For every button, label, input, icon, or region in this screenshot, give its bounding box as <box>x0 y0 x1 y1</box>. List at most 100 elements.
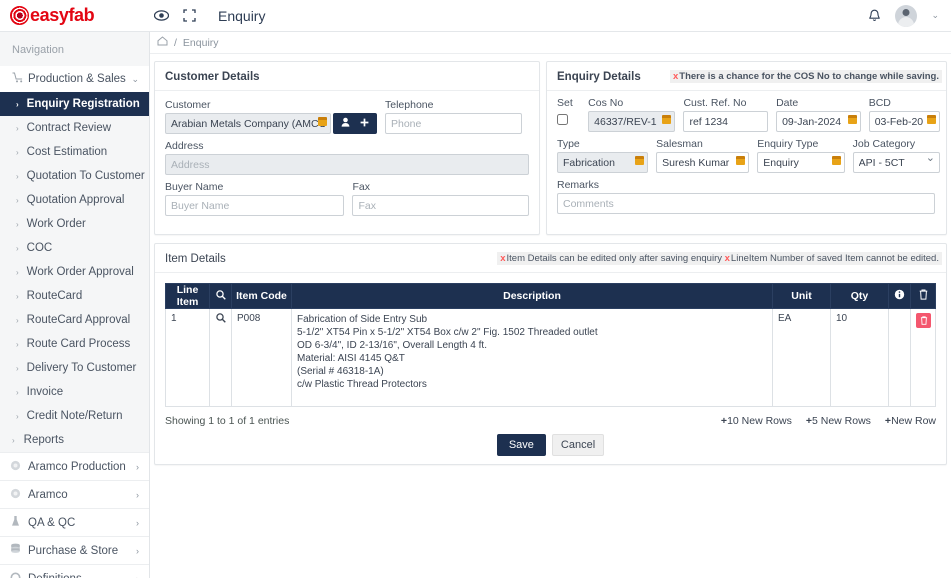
chevron-right-icon: › <box>16 243 19 253</box>
plus-icon[interactable] <box>360 118 369 130</box>
table-row[interactable]: 1 P008 Fabrication of Side Entry Sub 5-1… <box>165 308 936 407</box>
sidebar-item-label: Cost Estimation <box>26 146 108 158</box>
address-input[interactable] <box>165 154 529 175</box>
cell-delete[interactable] <box>910 308 936 407</box>
sidebar-item-quotation-to-customer[interactable]: › Quotation To Customer <box>0 164 149 188</box>
fullscreen-icon[interactable] <box>183 9 196 22</box>
sidebar-item-quotation-approval[interactable]: › Quotation Approval <box>0 188 149 212</box>
sidebar-item-routecard-approval[interactable]: › RouteCard Approval <box>0 308 149 332</box>
item-details-card: Item Details xItem Details can be edited… <box>154 243 947 465</box>
sidebar-item-work-order[interactable]: › Work Order <box>0 212 149 236</box>
sidebar-item-credit-note-return[interactable]: › Credit Note/Return <box>0 404 149 428</box>
breadcrumb: / Enquiry <box>150 32 951 54</box>
cust-ref-input[interactable] <box>683 111 769 132</box>
set-checkbox[interactable] <box>557 114 568 125</box>
sidebar-root-aramco[interactable]: Aramco › <box>0 480 149 508</box>
cos-no-input[interactable] <box>588 111 676 132</box>
bcd-input[interactable] <box>868 111 940 132</box>
cart-icon <box>12 72 28 86</box>
sidebar-item-route-card-process[interactable]: › Route Card Process <box>0 332 149 356</box>
add-10-rows-button[interactable]: +10 New Rows <box>721 415 792 427</box>
easyfab-logo-icon <box>10 6 29 25</box>
sidebar-item-label: Enquiry Registration <box>26 98 140 110</box>
sidebar-item-delivery-to-customer[interactable]: › Delivery To Customer <box>0 356 149 380</box>
warning-mark: x <box>672 71 679 82</box>
sidebar-root-label: QA & QC <box>28 516 76 529</box>
avatar[interactable] <box>895 4 918 27</box>
enquiry-type-label: Enquiry Type <box>757 138 819 150</box>
description-line: Fabrication of Side Entry Sub <box>297 314 428 325</box>
buyer-name-input[interactable] <box>165 195 345 216</box>
chevron-right-icon: › <box>136 545 139 556</box>
customer-input[interactable] <box>165 113 331 134</box>
col-line-item: Line Item <box>165 283 210 309</box>
chevron-right-icon: › <box>16 387 19 397</box>
fax-field-group: Fax <box>352 181 529 216</box>
description-line: Material: AISI 4145 Q&T <box>297 353 405 364</box>
sidebar-root-purchase-store[interactable]: Purchase & Store › <box>0 536 149 564</box>
sidebar-item-coc[interactable]: › COC <box>0 236 149 260</box>
add-row-button[interactable]: +New Row <box>885 415 936 427</box>
search-icon[interactable] <box>215 313 226 326</box>
cell-item-code: P008 <box>231 308 292 407</box>
customer-details-heading: Customer Details <box>155 62 539 91</box>
enquiry-details-body: Set Cos No Cust. Ref. No <box>547 91 946 230</box>
sidebar-item-label: Contract Review <box>26 122 112 134</box>
page-title: Enquiry <box>218 7 266 24</box>
fax-input[interactable] <box>352 195 529 216</box>
eye-icon[interactable] <box>154 10 169 21</box>
sidebar-item-label: Route Card Process <box>26 338 131 350</box>
breadcrumb-current: Enquiry <box>182 36 219 49</box>
sidebar-item-routecard[interactable]: › RouteCard <box>0 284 149 308</box>
sidebar-item-contract-review[interactable]: › Contract Review <box>0 116 149 140</box>
enquiry-details-card: Enquiry Details xThere is a chance for t… <box>546 61 947 235</box>
cell-unit: EA <box>772 308 831 407</box>
enquiry-type-input[interactable] <box>757 152 845 173</box>
type-input[interactable] <box>557 152 649 173</box>
job-category-select[interactable]: API - 5CT <box>852 152 940 173</box>
chevron-right-icon: › <box>16 195 19 205</box>
description-line: 5-1/2" XT54 Pin x 5-1/2" XT54 Box c/w 2"… <box>297 327 598 338</box>
fax-label: Fax <box>352 181 370 193</box>
salesman-input[interactable] <box>656 152 750 173</box>
date-input[interactable] <box>776 111 861 132</box>
telephone-input[interactable] <box>385 113 522 134</box>
sidebar-item-label: Quotation Approval <box>26 194 125 206</box>
chevron-right-icon: › <box>16 171 19 181</box>
enquiry-details-title: Enquiry Details <box>557 71 641 83</box>
sidebar-item-label: Quotation To Customer <box>26 170 145 182</box>
add-5-rows-button[interactable]: +5 New Rows <box>806 415 871 427</box>
cust-ref-label: Cust. Ref. No <box>683 97 747 109</box>
gear-icon <box>10 572 28 578</box>
delete-row-button[interactable] <box>916 313 931 328</box>
sidebar-item-reports[interactable]: › Reports <box>0 428 149 452</box>
remarks-label: Remarks <box>557 179 600 191</box>
chevron-right-icon: › <box>136 574 139 578</box>
customer-lookup-buttons[interactable] <box>333 113 377 134</box>
sidebar-item-cost-estimation[interactable]: › Cost Estimation <box>0 140 149 164</box>
home-icon[interactable] <box>157 36 168 49</box>
sidebar-item-invoice[interactable]: › Invoice <box>0 380 149 404</box>
save-button[interactable]: Save <box>496 434 546 456</box>
chevron-down-icon[interactable]: ⌄ <box>931 10 939 21</box>
bell-icon[interactable] <box>868 9 881 23</box>
person-icon[interactable] <box>341 117 350 130</box>
brand-logo[interactable]: easyfab <box>0 5 140 26</box>
sidebar-root-definitions[interactable]: Definitions › <box>0 564 149 578</box>
customer-field-group: Customer <box>165 99 377 134</box>
sidebar-root-aramco-production[interactable]: Aramco Production › <box>0 452 149 480</box>
cos-no-label: Cos No <box>588 97 624 109</box>
sidebar-item-work-order-approval[interactable]: › Work Order Approval <box>0 260 149 284</box>
sidebar-item-enquiry-registration[interactable]: › Enquiry Registration <box>0 92 149 116</box>
add-10-rows-label: 10 New Rows <box>727 415 792 427</box>
salesman-field-group: Salesman <box>656 138 750 173</box>
col-info-icon <box>888 283 911 309</box>
job-category-label: Job Category <box>852 138 916 150</box>
sidebar-root-qa-qc[interactable]: QA & QC › <box>0 508 149 536</box>
sidebar-root-label: Purchase & Store <box>28 544 119 557</box>
sidebar-group-production-sales[interactable]: Production & Sales ⌄ <box>0 66 149 92</box>
cell-search-button[interactable] <box>209 308 232 407</box>
cancel-button[interactable]: Cancel <box>551 434 605 456</box>
remarks-input[interactable] <box>557 193 935 214</box>
warning-mark: x <box>724 253 730 264</box>
